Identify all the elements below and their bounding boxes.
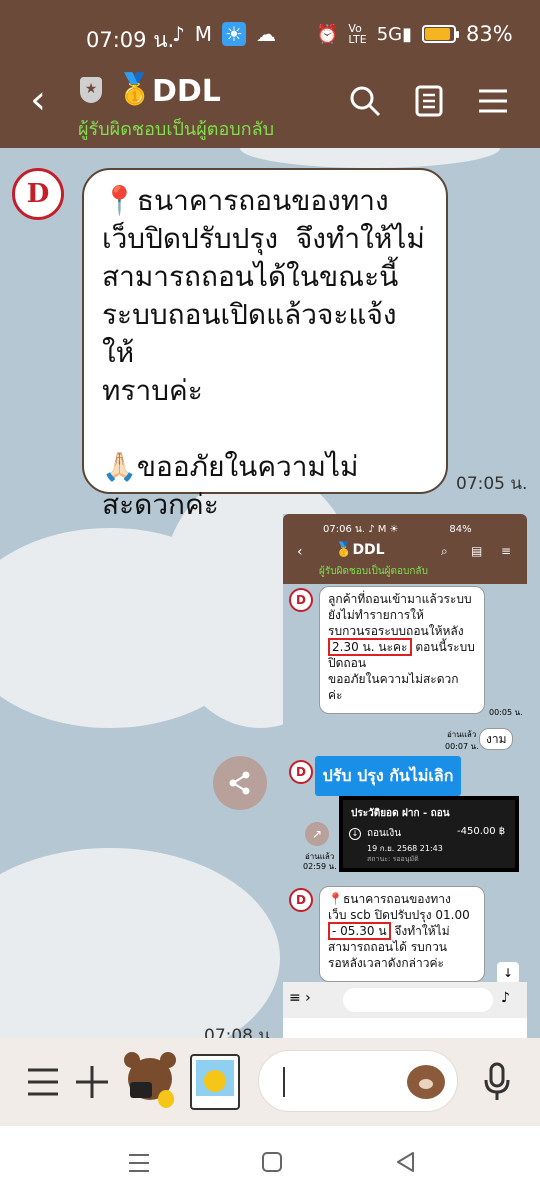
weather-icon: ☀ [222,22,246,46]
menu-icon[interactable] [26,1066,60,1098]
embedded-search-icon: ⌕ [441,544,448,558]
battery-percent: 83% [466,22,513,46]
cloud-icon: ☁ [255,22,276,46]
chat-subtitle: ผู้รับผิดชอบเป็นผู้ตอบกลับ [78,119,275,140]
embedded-message: 📍ธนาคารถอนของทาง เว็บ scb ปิดปรับปรุง 01… [319,886,485,982]
back-icon[interactable] [396,1152,414,1172]
emoji-bear-icon[interactable] [407,1065,445,1099]
embedded-avatar: D [289,760,313,784]
recents-icon[interactable] [128,1152,150,1174]
5g-signal-icon: 5G▮ [376,23,413,45]
embedded-avatar: D [289,888,313,912]
embedded-reply-time: 00:07 น. [445,742,479,751]
chat-header: ‹ ★ 🥇 DDL ผู้รับผิดชอบเป็นผู้ตอบกลับ [0,72,540,148]
embedded-share-icon: ↗ [305,822,329,846]
embedded-status-time: 07:06 น. ♪ M ☀ 84% [323,524,472,535]
plus-icon[interactable] [74,1064,110,1100]
embedded-reply: งาม [479,728,513,750]
message-time: 07:08 น. [204,1026,276,1038]
image-message[interactable]: 07:06 น. ♪ M ☀ 84% ‹ 🥇DDL ผู้รับผิดชอบเป… [283,514,527,1038]
system-icons: ⏰ Vo LTE 5G▮ 83% [316,22,513,46]
mic-icon[interactable] [482,1062,512,1102]
highlight-box: 2.30 น. นะคะ [328,638,412,656]
battery-icon [422,25,460,43]
alarm-icon: ⏰ [316,23,339,45]
message-time: 07:05 น. [456,474,528,494]
shield-icon: ★ [80,77,102,103]
embedded-subtitle: ผู้รับผิดชอบเป็นผู้ตอบกลับ [319,566,428,577]
search-icon[interactable] [348,84,382,118]
volte-icon: Vo LTE [348,22,367,46]
highlight-box: - 05.30 น [328,922,391,940]
menu-icon[interactable] [476,84,510,118]
system-navigation [0,1126,540,1200]
gmail-icon: M [194,22,213,46]
embedded-msg-time: 00:05 น. [489,708,523,717]
input-bar [0,1038,540,1126]
embedded-avatar: D [289,588,313,612]
bear-sticker-icon[interactable] [120,1052,180,1112]
embedded-message: ลูกค้าที่ถอนเข้ามาแล้วระบบ ยังไม่ทำรายกา… [319,586,485,714]
status-bar: 07:09 น. ♪ M ☀ ☁ ⏰ Vo LTE 5G▮ 83% [0,0,540,72]
scroll-down-icon: ↓ [497,962,519,984]
embedded-header: 07:06 น. ♪ M ☀ 84% ‹ 🥇DDL ผู้รับผิดชอบเป… [283,514,527,584]
embedded-banner: ปรับ ปรุง กันไม่เลิก [315,756,461,796]
down-arrow-icon: ↓ [349,828,361,840]
status-time: 07:09 น. [86,28,175,52]
notes-icon[interactable] [412,84,446,118]
embedded-title: 🥇DDL [335,542,385,558]
embedded-input-bar: ≡ › ♪ [283,982,527,1018]
embedded-system-nav [283,1018,527,1038]
notification-icons: ♪ M ☀ ☁ [172,22,276,46]
message-input[interactable] [258,1050,458,1112]
embedded-history-card: ประวัติยอด ฝาก - ถอน ↓ ถอนเงิน -450.00 ฿… [339,796,519,872]
share-icon[interactable] [213,756,267,810]
top-bar: 07:09 น. ♪ M ☀ ☁ ⏰ Vo LTE 5G▮ 83% ‹ ★ 🥇 D… [0,0,540,148]
chat-area[interactable]: D 📍ธนาคารถอนของทาง เว็บปิดปรับปรุง จึงทำ… [0,148,540,1038]
background-cloud [0,848,280,1038]
text-caret [283,1067,285,1097]
embedded-back-icon: ‹ [297,544,303,560]
background-cloud [240,148,500,168]
embedded-menu-icon: ≡ [501,544,512,558]
sender-avatar[interactable]: D [12,168,64,220]
medal-icon: 🥇 [116,72,154,107]
back-arrow-icon[interactable]: ‹ [30,80,46,120]
embedded-notes-icon: ▤ [471,544,483,558]
home-icon[interactable] [262,1152,282,1172]
tiktok-icon: ♪ [172,22,185,46]
photo-sticker-icon[interactable] [190,1054,240,1110]
chat-title: DDL [152,74,221,109]
message-bubble[interactable]: 📍ธนาคารถอนของทาง เว็บปิดปรับปรุง จึงทำให… [82,168,448,521]
embedded-share-time: 02:59 น. [303,862,337,871]
